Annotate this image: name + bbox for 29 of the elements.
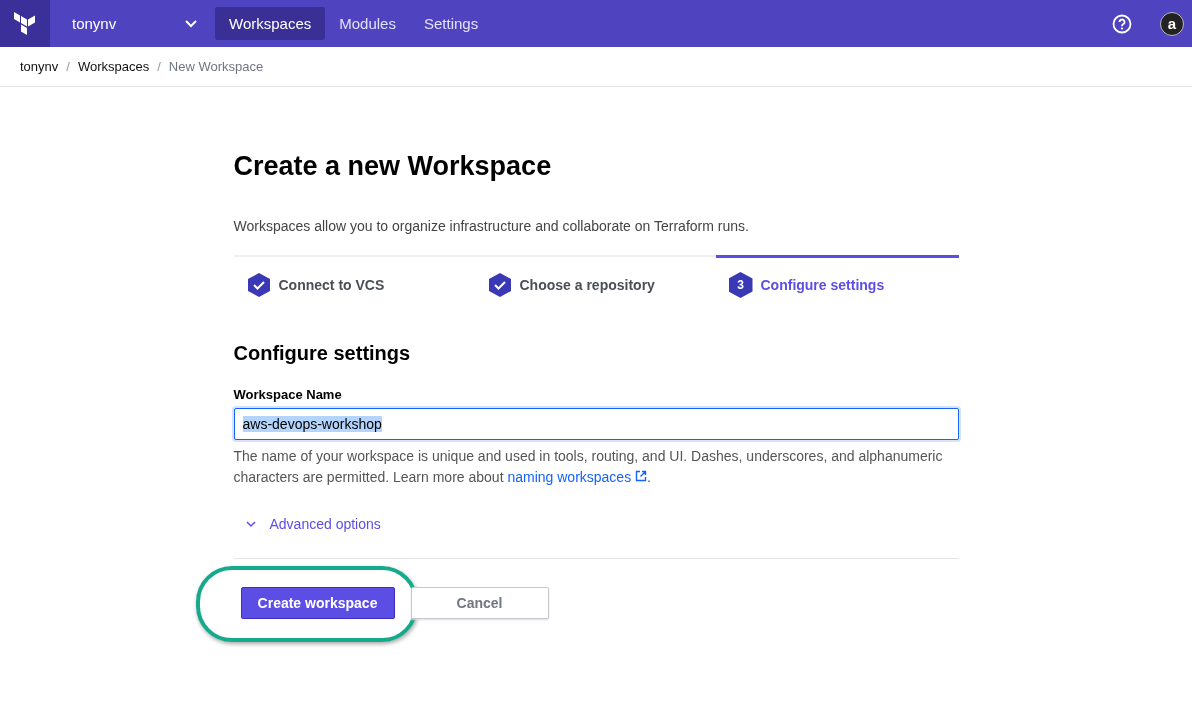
step-tab[interactable]: Choose a repository: [474, 255, 716, 312]
nav-tab[interactable]: Workspaces: [215, 7, 326, 40]
intro-text: Workspaces allow you to organize infrastructure and collaborate on Terraform runs.: [233, 218, 750, 234]
step-number: 3: [728, 272, 753, 298]
page-title: Create a new Workspace: [233, 151, 553, 182]
workspace-name-field[interactable]: aws-devops-workshop: [233, 408, 959, 440]
help-icon[interactable]: [1112, 13, 1132, 34]
user-avatar[interactable]: a: [1160, 11, 1184, 36]
naming-workspaces-link[interactable]: naming workspaces: [507, 469, 648, 485]
breadcrumb-separator: /: [157, 59, 161, 74]
chevron-icon: [245, 520, 256, 528]
step-tab[interactable]: Connect to VCS: [233, 255, 475, 312]
breadcrumb-link[interactable]: tonynv: [20, 59, 59, 74]
nav-tab[interactable]: Settings: [409, 7, 493, 40]
advanced-options-toggle[interactable]: Advanced options: [233, 516, 381, 532]
organization-dropdown[interactable]: tonynv: [72, 15, 197, 32]
breadcrumb-link[interactable]: Workspaces: [77, 59, 150, 74]
breadcrumb-separator: /: [66, 59, 70, 74]
field-label: Workspace Name: [233, 387, 343, 402]
action-button[interactable]: Cancel: [410, 587, 549, 619]
external-link-icon: [635, 470, 648, 482]
breadcrumb-link[interactable]: New Workspace: [168, 59, 264, 74]
section-title: Configure settings: [233, 342, 412, 365]
logo-icon[interactable]: [0, 0, 50, 47]
step-tab[interactable]: 3 Configure settings: [715, 255, 959, 312]
help-text: The name of your workspace is unique and used in tools, routing, and UI. Dashes, underscores, and alphanumeric characters are permitted. Learn more about naming workspaces .: [233, 447, 944, 487]
action-button[interactable]: Create workspace: [240, 587, 395, 619]
nav-tab[interactable]: Modules: [325, 7, 410, 40]
chevron-down-icon: [185, 19, 197, 28]
